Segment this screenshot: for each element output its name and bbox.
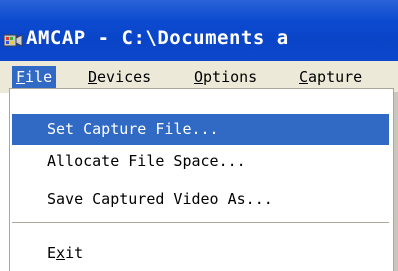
- menu-capture[interactable]: Capture: [295, 66, 366, 89]
- menu-separator: [12, 222, 389, 224]
- menu-item-allocate-file-space[interactable]: Allocate File Space...: [12, 146, 389, 177]
- menu-item-set-capture-file[interactable]: Set Capture File...: [12, 114, 389, 145]
- file-menu-dropdown: Set Capture File... Allocate File Space.…: [9, 88, 394, 271]
- menu-options[interactable]: Options: [190, 66, 261, 89]
- menu-options-rest: ptions: [203, 68, 258, 86]
- window-title: AMCAP - C:\Documents a: [26, 27, 289, 49]
- menu-file[interactable]: File: [12, 66, 57, 89]
- exit-e: E: [47, 244, 57, 262]
- exit-rest: it: [65, 244, 84, 262]
- menu-file-rest: ile: [25, 68, 53, 86]
- menu-devices-mnemonic: D: [88, 68, 98, 86]
- menu-item-save-captured-video[interactable]: Save Captured Video As...: [12, 184, 389, 215]
- camera-app-icon[interactable]: [3, 31, 23, 49]
- menu-capture-rest: apture: [308, 68, 363, 86]
- menu-capture-mnemonic: C: [299, 68, 309, 86]
- menu-file-mnemonic: F: [16, 68, 26, 86]
- exit-mnemonic: x: [56, 244, 66, 262]
- title-bar[interactable]: AMCAP - C:\Documents a: [0, 0, 398, 61]
- menu-devices[interactable]: Devices: [84, 66, 155, 89]
- menu-options-mnemonic: O: [194, 68, 204, 86]
- menu-devices-rest: evices: [97, 68, 152, 86]
- menu-shadow: [394, 92, 398, 271]
- menu-item-exit[interactable]: Exit: [12, 238, 389, 269]
